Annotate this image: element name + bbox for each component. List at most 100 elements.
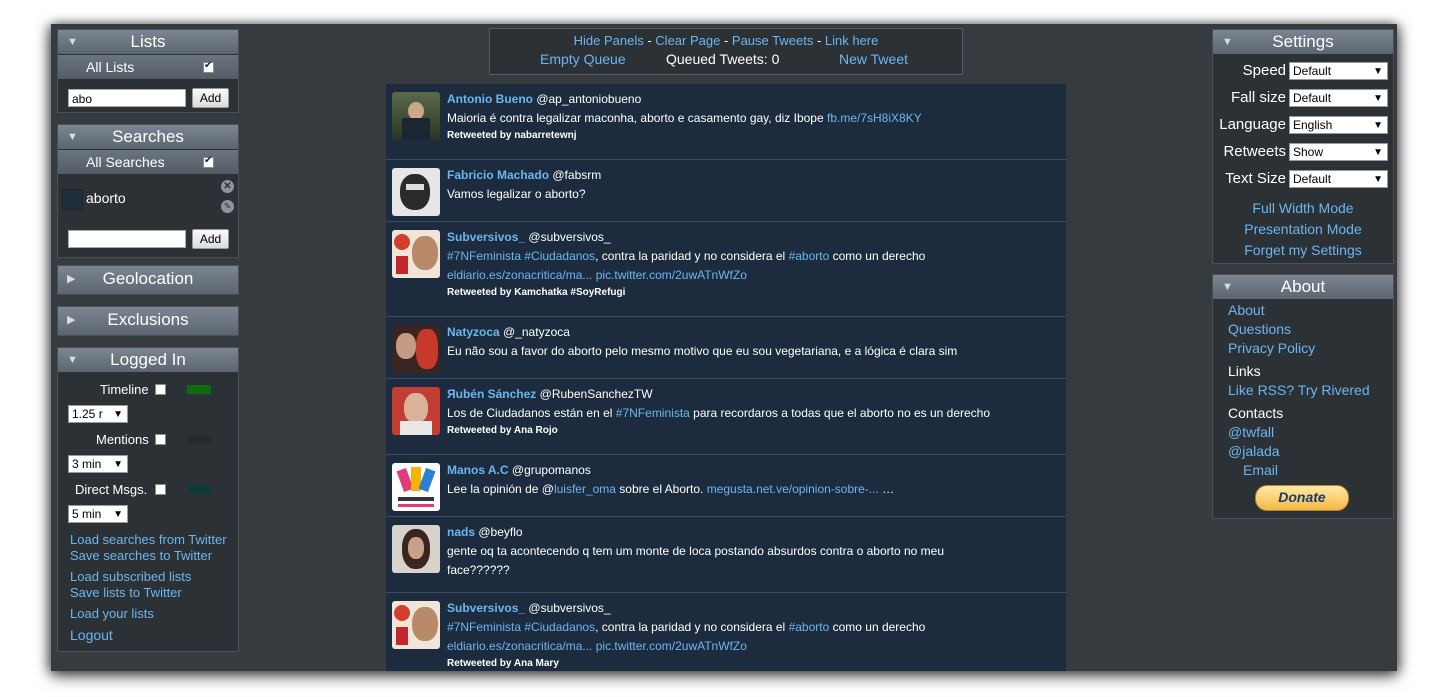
timeline-interval-select[interactable]: 1.25 r ▼ — [68, 405, 128, 423]
tweet-author-handle[interactable]: @RubenSanchezTW — [540, 387, 653, 401]
full-width-mode-link[interactable]: Full Width Mode — [1213, 198, 1393, 219]
load-subscribed-lists-link[interactable]: Load subscribed lists — [70, 569, 227, 585]
tweet-author-name[interactable]: Natyzoca — [447, 325, 500, 339]
all-searches-checkbox[interactable] — [203, 154, 214, 168]
donate-button[interactable]: Donate — [1255, 485, 1349, 511]
language-select[interactable]: English ▼ — [1289, 116, 1388, 134]
tweet-author-name[interactable]: Antonio Bueno — [447, 92, 533, 106]
tweet-link[interactable]: pic.twitter.com/2uwATnWfZo — [596, 268, 747, 282]
list-input[interactable]: abo — [68, 89, 186, 107]
search-input[interactable] — [68, 230, 186, 248]
speed-select[interactable]: Default ▼ — [1289, 62, 1388, 80]
tweet-author-name[interactable]: Subversivos_ — [447, 230, 525, 244]
all-lists-checkbox[interactable] — [203, 59, 214, 73]
searches-header[interactable]: ▼ Searches — [58, 125, 238, 149]
all-lists-row[interactable]: All Lists — [58, 54, 238, 79]
geolocation-header[interactable]: ▶ Geolocation — [58, 266, 238, 294]
presentation-mode-link[interactable]: Presentation Mode — [1213, 219, 1393, 240]
mentions-color-swatch[interactable] — [187, 435, 211, 444]
tweet-author-handle[interactable]: @subversivos_ — [528, 230, 610, 244]
hide-panels-link[interactable]: Hide Panels — [574, 33, 644, 48]
tweet[interactable]: Natyzoca @_natyzoca Eu não sou a favor d… — [386, 317, 1066, 379]
hashtag-link[interactable]: #aborto — [789, 620, 830, 634]
clear-page-link[interactable]: Clear Page — [655, 33, 720, 48]
privacy-policy-link[interactable]: Privacy Policy — [1213, 339, 1393, 358]
questions-link[interactable]: Questions — [1213, 320, 1393, 339]
avatar[interactable] — [392, 387, 440, 435]
avatar[interactable] — [392, 601, 440, 649]
tweet[interactable]: Яubén Sánchez @RubenSanchezTW Los de Ciu… — [386, 379, 1066, 455]
tweet[interactable]: nads @beyflo gente oq ta acontecendo q t… — [386, 517, 1066, 593]
load-your-lists-link[interactable]: Load your lists — [70, 606, 227, 622]
search-item[interactable]: aborto ✕ ✎ — [58, 177, 238, 221]
direct-msgs-color-swatch[interactable] — [187, 485, 211, 494]
avatar[interactable] — [392, 463, 440, 511]
tweet-link[interactable]: pic.twitter.com/2uwATnWfZo — [596, 639, 747, 653]
hashtag-link[interactable]: #7NFeminista — [447, 249, 521, 263]
about-link[interactable]: About — [1213, 301, 1393, 320]
geolocation-panel[interactable]: ▶ Geolocation — [57, 265, 239, 295]
settings-header[interactable]: ▼ Settings — [1213, 30, 1393, 54]
load-searches-link[interactable]: Load searches from Twitter — [70, 532, 227, 548]
text-size-select[interactable]: Default ▼ — [1289, 170, 1388, 188]
tweet-author-name[interactable]: Manos A.C — [447, 463, 509, 477]
tweet-link[interactable]: megusta.net.ve/opinion-sobre-... — [707, 482, 879, 496]
direct-msgs-interval-select[interactable]: 5 min ▼ — [68, 505, 128, 523]
hashtag-link[interactable]: #aborto — [789, 249, 830, 263]
logout-link[interactable]: Logout — [70, 627, 227, 643]
avatar[interactable] — [392, 325, 440, 373]
mention-link[interactable]: luisfer_oma — [554, 482, 616, 496]
tweet[interactable]: Fabricio Machado @fabsrm Vamos legalizar… — [386, 160, 1066, 222]
avatar[interactable] — [392, 230, 440, 278]
tweet-link[interactable]: fb.me/7sH8iX8KY — [827, 111, 922, 125]
tweet-author-name[interactable]: Subversivos_ — [447, 601, 525, 615]
tweet-author-handle[interactable]: @_natyzoca — [503, 325, 570, 339]
mentions-interval-select[interactable]: 3 min ▼ — [68, 455, 128, 473]
tweet-author-handle[interactable]: @grupomanos — [512, 463, 591, 477]
retweets-select[interactable]: Show ▼ — [1289, 143, 1388, 161]
tweet[interactable]: Subversivos_ @subversivos_ #7NFeminista … — [386, 222, 1066, 317]
tweet-author-name[interactable]: nads — [447, 525, 475, 539]
tweet-author-name[interactable]: Яubén Sánchez — [447, 387, 536, 401]
tweet-link[interactable]: eldiario.es/zonacritica/ma... — [447, 268, 592, 282]
tweet[interactable]: Antonio Bueno @ap_antoniobueno Maioria é… — [386, 84, 1066, 160]
add-list-button[interactable]: Add — [192, 88, 229, 108]
about-header[interactable]: ▼ About — [1213, 275, 1393, 299]
fall-size-select[interactable]: Default ▼ — [1289, 89, 1388, 107]
tweet-author-name[interactable]: Fabricio Machado — [447, 168, 549, 182]
avatar[interactable] — [392, 525, 440, 573]
tweet-author-handle[interactable]: @beyflo — [478, 525, 522, 539]
rivered-link[interactable]: Like RSS? Try Rivered — [1213, 381, 1393, 400]
hashtag-link[interactable]: #Ciudadanos — [524, 249, 595, 263]
pause-tweets-link[interactable]: Pause Tweets — [732, 33, 813, 48]
add-search-button[interactable]: Add — [192, 229, 229, 249]
tweet[interactable]: Manos A.C @grupomanos Lee la opinión de … — [386, 455, 1066, 517]
twfall-link[interactable]: @twfall — [1213, 423, 1393, 442]
close-icon[interactable]: ✕ — [221, 180, 234, 193]
tweet-author-handle[interactable]: @subversivos_ — [528, 601, 610, 615]
tweet[interactable]: Subversivos_ @subversivos_ #7NFeminista … — [386, 593, 1066, 671]
mentions-checkbox[interactable] — [155, 434, 166, 445]
timeline-color-swatch[interactable] — [187, 385, 211, 394]
link-here-link[interactable]: Link here — [825, 33, 878, 48]
hashtag-link[interactable]: #7NFeminista — [447, 620, 521, 634]
tweet-author-handle[interactable]: @ap_antoniobueno — [536, 92, 641, 106]
direct-msgs-checkbox[interactable] — [155, 484, 166, 495]
jalada-link[interactable]: @jalada — [1213, 442, 1393, 461]
tweet-link[interactable]: eldiario.es/zonacritica/ma... — [447, 639, 592, 653]
exclusions-header[interactable]: ▶ Exclusions — [58, 307, 238, 335]
save-searches-link[interactable]: Save searches to Twitter — [70, 548, 227, 564]
forget-settings-link[interactable]: Forget my Settings — [1213, 240, 1393, 261]
avatar[interactable] — [392, 92, 440, 140]
avatar[interactable] — [392, 168, 440, 216]
empty-queue-link[interactable]: Empty Queue — [540, 51, 626, 67]
hashtag-link[interactable]: #7NFeminista — [616, 406, 690, 420]
lists-header[interactable]: ▼ Lists — [58, 30, 238, 54]
new-tweet-link[interactable]: New Tweet — [839, 51, 908, 67]
timeline-checkbox[interactable] — [155, 384, 166, 395]
all-searches-row[interactable]: All Searches — [58, 149, 238, 174]
tweet-author-handle[interactable]: @fabsrm — [552, 168, 601, 182]
edit-icon[interactable]: ✎ — [221, 200, 234, 213]
save-lists-link[interactable]: Save lists to Twitter — [70, 585, 227, 601]
hashtag-link[interactable]: #Ciudadanos — [524, 620, 595, 634]
